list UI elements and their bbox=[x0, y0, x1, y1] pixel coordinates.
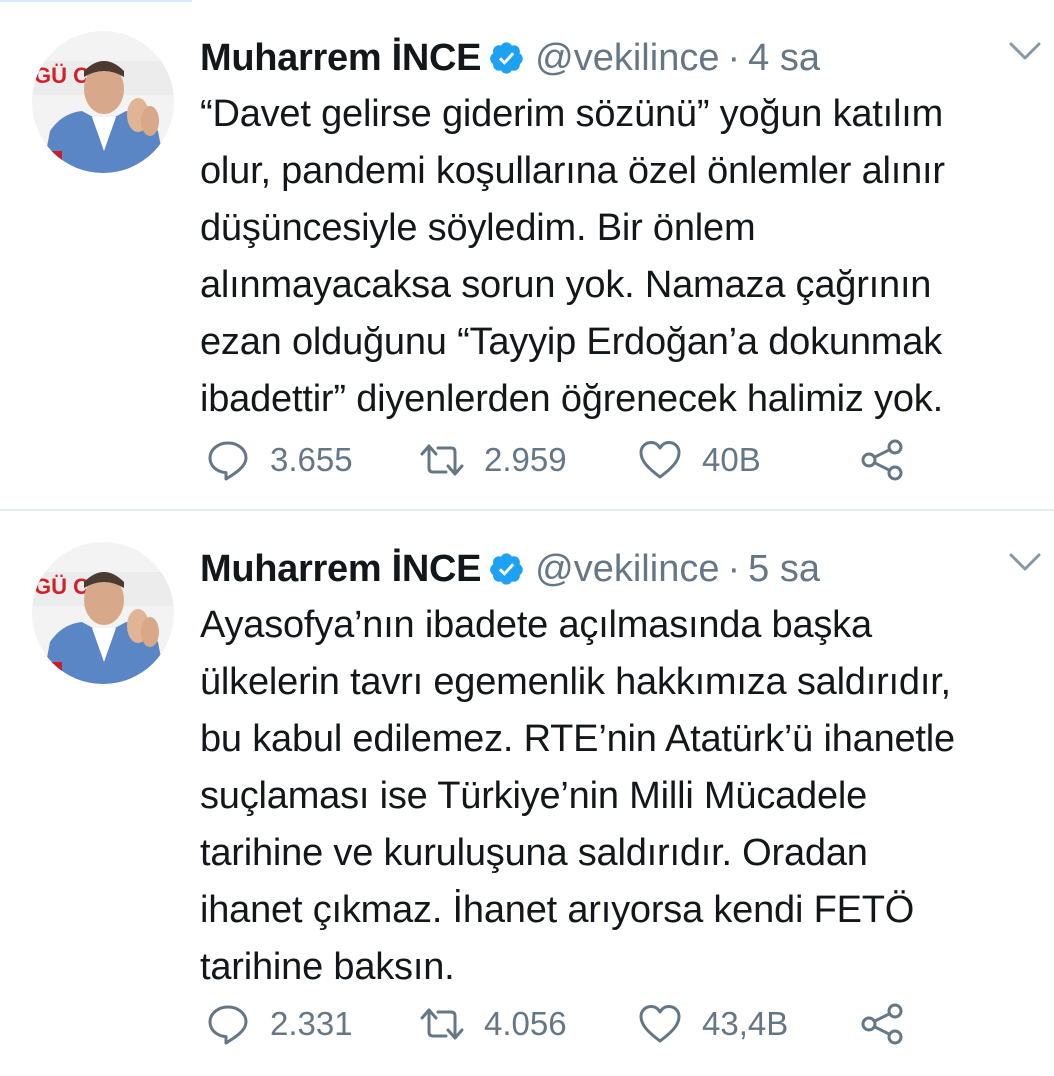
retweet-count: 4.056 bbox=[484, 1005, 567, 1042]
chevron-down-icon[interactable] bbox=[1008, 38, 1042, 64]
timestamp[interactable]: 4 sa bbox=[748, 37, 820, 80]
verified-badge-icon bbox=[490, 553, 523, 585]
retweet-icon bbox=[420, 1008, 464, 1040]
author-handle[interactable]: @vekilince bbox=[535, 37, 719, 80]
tweet-text: “Davet gelirse giderim sözünü” yoğun kat… bbox=[200, 93, 945, 420]
avatar[interactable]: GÜ CE bbox=[32, 542, 174, 684]
reply-button[interactable]: 2.331 bbox=[206, 1002, 353, 1046]
share-icon bbox=[861, 439, 903, 481]
tweet-header: Muharrem İNCE @vekilince · 5 sa bbox=[200, 547, 820, 591]
chevron-down-icon[interactable] bbox=[1008, 549, 1042, 575]
avatar-photo: GÜ CE bbox=[32, 542, 174, 684]
tweet-header: Muharrem İNCE @vekilince · 4 sa bbox=[200, 36, 820, 80]
author-name[interactable]: Muharrem İNCE bbox=[200, 548, 481, 591]
verified-badge-icon bbox=[490, 42, 523, 74]
share-icon bbox=[861, 1003, 903, 1045]
share-button[interactable] bbox=[860, 438, 904, 482]
retweet-button[interactable]: 2.959 bbox=[420, 438, 567, 482]
heart-icon bbox=[639, 441, 681, 479]
retweet-button[interactable]: 4.056 bbox=[420, 1002, 567, 1046]
reply-count: 2.331 bbox=[270, 1005, 353, 1042]
separator-dot: · bbox=[727, 547, 741, 590]
reply-bubble-icon bbox=[208, 441, 248, 481]
author-name[interactable]: Muharrem İNCE bbox=[200, 37, 481, 80]
tweet-actions: 2.331 4.056 43,4B bbox=[200, 1002, 920, 1046]
reply-bubble-icon bbox=[208, 1005, 248, 1045]
tweet-card[interactable]: GÜ CE Muharrem İNCE @vekilince · 4 sa “D… bbox=[0, 0, 1054, 510]
author-handle[interactable]: @vekilince bbox=[535, 548, 719, 591]
like-button[interactable]: 40B bbox=[638, 438, 761, 482]
avatar[interactable]: GÜ CE bbox=[32, 31, 174, 173]
reply-button[interactable]: 3.655 bbox=[206, 438, 353, 482]
like-button[interactable]: 43,4B bbox=[638, 1002, 788, 1046]
separator-dot: · bbox=[727, 36, 741, 79]
heart-icon bbox=[639, 1005, 681, 1043]
like-count: 43,4B bbox=[702, 1005, 789, 1042]
tweet-actions: 3.655 2.959 40B bbox=[200, 438, 920, 482]
tweet-card[interactable]: GÜ CE Muharrem İNCE @vekilince · 5 sa Ay… bbox=[0, 511, 1054, 1076]
avatar-photo: GÜ CE bbox=[32, 31, 174, 173]
reply-count: 3.655 bbox=[270, 441, 353, 478]
timestamp[interactable]: 5 sa bbox=[748, 548, 820, 591]
retweet-icon bbox=[420, 444, 464, 476]
retweet-count: 2.959 bbox=[484, 441, 567, 478]
tweet-text: Ayasofya’nın ibadete açılmasında başka ü… bbox=[200, 604, 955, 988]
share-button[interactable] bbox=[860, 1002, 904, 1046]
like-count: 40B bbox=[702, 441, 761, 478]
